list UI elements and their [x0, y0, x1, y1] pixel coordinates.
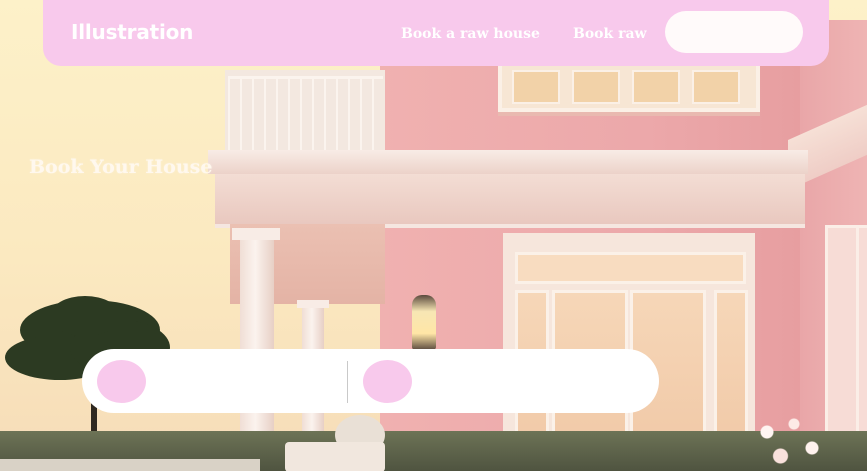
- door-transom: [515, 252, 746, 284]
- side-window: [856, 225, 867, 446]
- cornice: [208, 150, 808, 174]
- field-icon: [363, 360, 412, 403]
- walkway: [0, 459, 260, 471]
- balcony-railing: [228, 76, 383, 157]
- booking-field-1[interactable]: [82, 349, 347, 413]
- side-window: [825, 225, 859, 446]
- tree: [50, 296, 120, 336]
- hero-title: Book Your House: [29, 156, 213, 178]
- wall-lantern: [412, 295, 436, 350]
- divider: [347, 361, 348, 403]
- field-icon: [97, 360, 146, 403]
- booking-search-bar: [82, 349, 659, 413]
- flowers: [740, 400, 830, 471]
- column-capital: [232, 228, 280, 240]
- nav-link-book-raw-house[interactable]: Book a raw house: [401, 26, 540, 42]
- nav-link-book-raw[interactable]: Book raw: [573, 26, 647, 42]
- window-pane: [572, 70, 620, 104]
- porch-beam: [215, 174, 805, 228]
- upper-window: [498, 60, 760, 112]
- brand-logo[interactable]: Illustration: [71, 20, 193, 44]
- window-pane: [512, 70, 560, 104]
- nav-cta-button[interactable]: [665, 11, 803, 53]
- top-navbar: Illustration Book a raw house Book raw: [43, 0, 829, 66]
- window-pane: [692, 70, 740, 104]
- booking-field-2[interactable]: [349, 349, 659, 413]
- window-pane: [632, 70, 680, 104]
- column-capital: [297, 300, 329, 308]
- porch-furniture: [285, 442, 385, 471]
